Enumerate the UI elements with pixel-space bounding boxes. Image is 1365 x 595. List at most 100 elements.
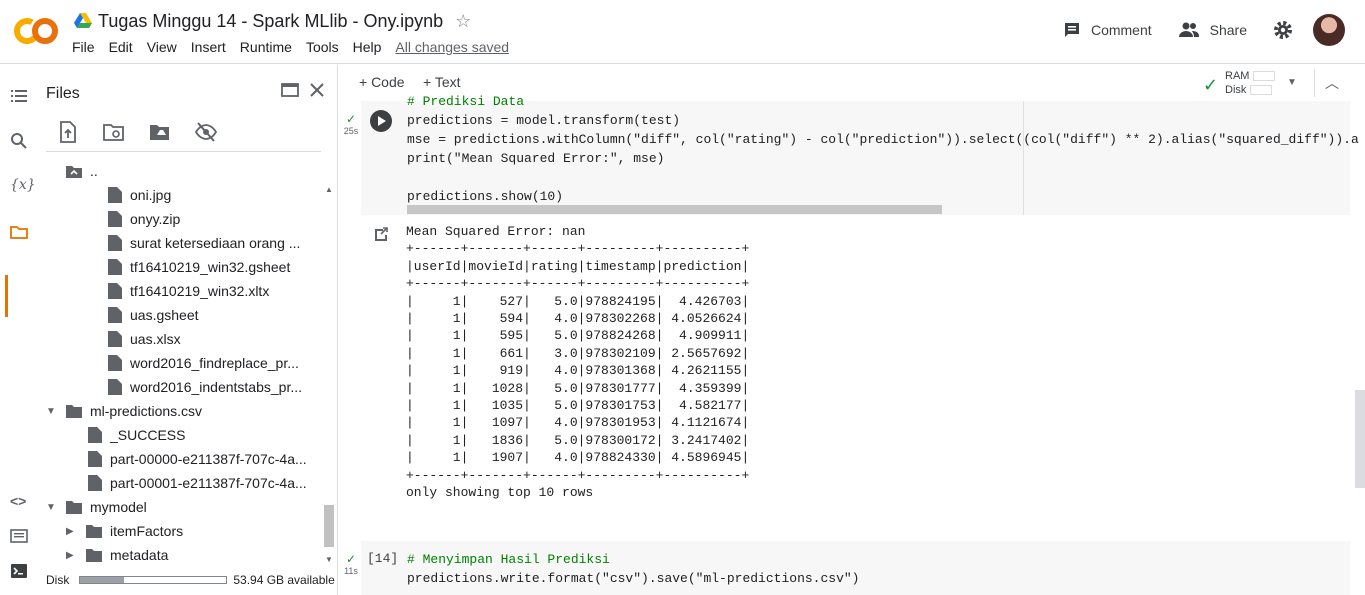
tree-file-surat[interactable]: surat ketersediaan orang ... [108,231,300,255]
code-line: predictions.write.format("csv").save("ml… [407,571,860,586]
menu-insert[interactable]: Insert [191,39,226,55]
file-icon [108,235,122,251]
add-code-button[interactable]: + Code [359,74,405,90]
share-label: Share [1209,22,1247,38]
folder-icon [86,525,102,538]
tree-file-onyy-zip[interactable]: onyy.zip [108,207,180,231]
variables-icon[interactable]: {x} [10,177,36,195]
left-rail: {x} <> [0,65,36,595]
notebook-scrollbar[interactable] [1355,390,1365,488]
folder-up-icon [66,166,82,178]
notebook-title[interactable]: Tugas Minggu 14 - Spark MLlib - Ony.ipyn… [98,11,443,32]
active-indicator [5,275,8,317]
user-avatar[interactable] [1313,14,1345,46]
disk-usage-fill [80,577,125,583]
file-icon [108,259,122,275]
chevron-up-icon[interactable]: ︿ [1325,73,1339,93]
tree-file-oni-jpg[interactable]: oni.jpg [108,183,171,207]
tree-file-part-00001[interactable]: part-00001-e211387f-707c-4a... [88,471,307,495]
tree-item-label: metadata [110,547,169,563]
code-cell-1[interactable]: # Prediksi Data predictions = model.tran… [361,94,1359,215]
star-icon[interactable]: ☆ [455,11,471,32]
tree-file-tf-gsheet[interactable]: tf16410219_win32.gsheet [108,255,290,279]
tree-file-success[interactable]: _SUCCESS [88,423,185,447]
code-snippets-icon[interactable]: <> [10,493,28,511]
refresh-folder-icon[interactable] [102,121,126,143]
tree-file-uas-xlsx[interactable]: uas.xlsx [108,327,181,351]
disk-usage: Disk 53.94 GB available [46,573,335,587]
search-icon[interactable] [10,132,28,150]
menu-runtime[interactable]: Runtime [240,39,292,55]
code-horizontal-scrollbar[interactable] [407,205,942,214]
code-cell-2[interactable]: [14] # Menyimpan Hasil Prediksi predicti… [361,541,1350,595]
mount-drive-icon[interactable] [148,121,172,143]
comment-button[interactable]: Comment [1063,21,1152,39]
tree-file-uas-gsheet[interactable]: uas.gsheet [108,303,199,327]
comment-label: Comment [1090,22,1152,38]
share-button[interactable]: Share [1178,22,1247,38]
menu-file[interactable]: File [72,39,95,55]
table-of-contents-icon[interactable] [10,87,28,105]
tree-folder-ml-predictions[interactable]: ▼ ml-predictions.csv [46,399,202,423]
folder-icon [66,405,82,418]
scroll-up-icon[interactable]: ▲ [325,185,333,194]
tree-item-label: mymodel [90,499,147,515]
chevron-right-icon[interactable]: ▶ [66,550,76,561]
tree-folder-itemfactors[interactable]: ▶ itemFactors [66,519,183,543]
command-palette-icon[interactable] [10,527,28,545]
tree-folder-mymodel[interactable]: ▼ mymodel [46,495,147,519]
file-icon [108,187,122,203]
tree-item-label: part-00001-e211387f-707c-4a... [110,475,307,491]
hide-files-icon[interactable] [194,121,218,143]
code-editor[interactable]: # Prediksi Data predictions = model.tran… [407,92,1359,206]
files-divider [46,151,321,152]
chevron-down-icon[interactable]: ▼ [46,406,56,417]
success-check-icon: ✓ [345,552,357,566]
tree-file-part-00000[interactable]: part-00000-e211387f-707c-4a... [88,447,307,471]
run-cell-button[interactable] [370,110,392,132]
tree-item-label: uas.gsheet [130,307,199,323]
scroll-down-icon[interactable]: ▼ [325,555,333,564]
scroll-thumb[interactable] [324,505,334,547]
folder-icon [86,549,102,562]
code-line: predictions.show(10) [407,189,564,204]
tree-file-word-indentstabs[interactable]: word2016_indentstabs_pr... [108,375,302,399]
success-check-icon: ✓ [345,112,357,126]
cell-2-status: ✓ 11s [341,552,361,576]
tree-file-word-findreplace[interactable]: word2016_findreplace_pr... [108,351,299,375]
menu-bar: File Edit View Insert Runtime Tools Help… [72,39,523,55]
cell-1-status: ✓ 25s [341,112,361,136]
tree-item-label: oni.jpg [130,187,172,203]
tree-parent-folder[interactable]: .. [66,159,98,183]
file-icon [108,355,122,371]
chevron-down-icon[interactable]: ▼ [46,502,56,513]
files-panel: Files .. oni.jpg onyy.zip surat ketersed… [36,65,338,595]
menu-tools[interactable]: Tools [306,39,339,55]
menu-view[interactable]: View [147,39,177,55]
code-line: # Menyimpan Hasil Prediksi [407,552,610,567]
comment-icon [1064,23,1079,37]
colab-logo[interactable] [14,14,58,48]
ram-graph [1253,71,1276,82]
tree-file-tf-xltx[interactable]: tf16410219_win32.xltx [108,279,269,303]
tree-item-label: tf16410219_win32.xltx [130,283,270,299]
output-menu-icon[interactable] [373,226,389,242]
chevron-right-icon[interactable]: ▶ [66,526,76,537]
code-editor[interactable]: # Menyimpan Hasil Prediksi predictions.w… [407,550,859,588]
upload-icon[interactable] [56,121,80,143]
save-status[interactable]: All changes saved [395,39,509,55]
terminal-icon[interactable] [10,562,28,580]
exec-time: 25s [343,126,359,136]
menu-edit[interactable]: Edit [109,39,133,55]
add-text-button[interactable]: + Text [423,74,461,90]
drive-icon [74,13,92,28]
disk-available: 53.94 GB available [233,573,335,587]
settings-gear-icon[interactable] [1273,20,1293,40]
chevron-down-icon[interactable]: ▼ [1287,77,1297,88]
open-in-tab-icon[interactable] [280,81,300,99]
close-icon[interactable] [308,81,326,99]
tree-folder-metadata[interactable]: ▶ metadata [66,543,168,564]
folder-icon[interactable] [10,223,28,241]
file-tree-scrollbar[interactable]: ▲ ▼ [322,185,336,565]
menu-help[interactable]: Help [353,39,382,55]
